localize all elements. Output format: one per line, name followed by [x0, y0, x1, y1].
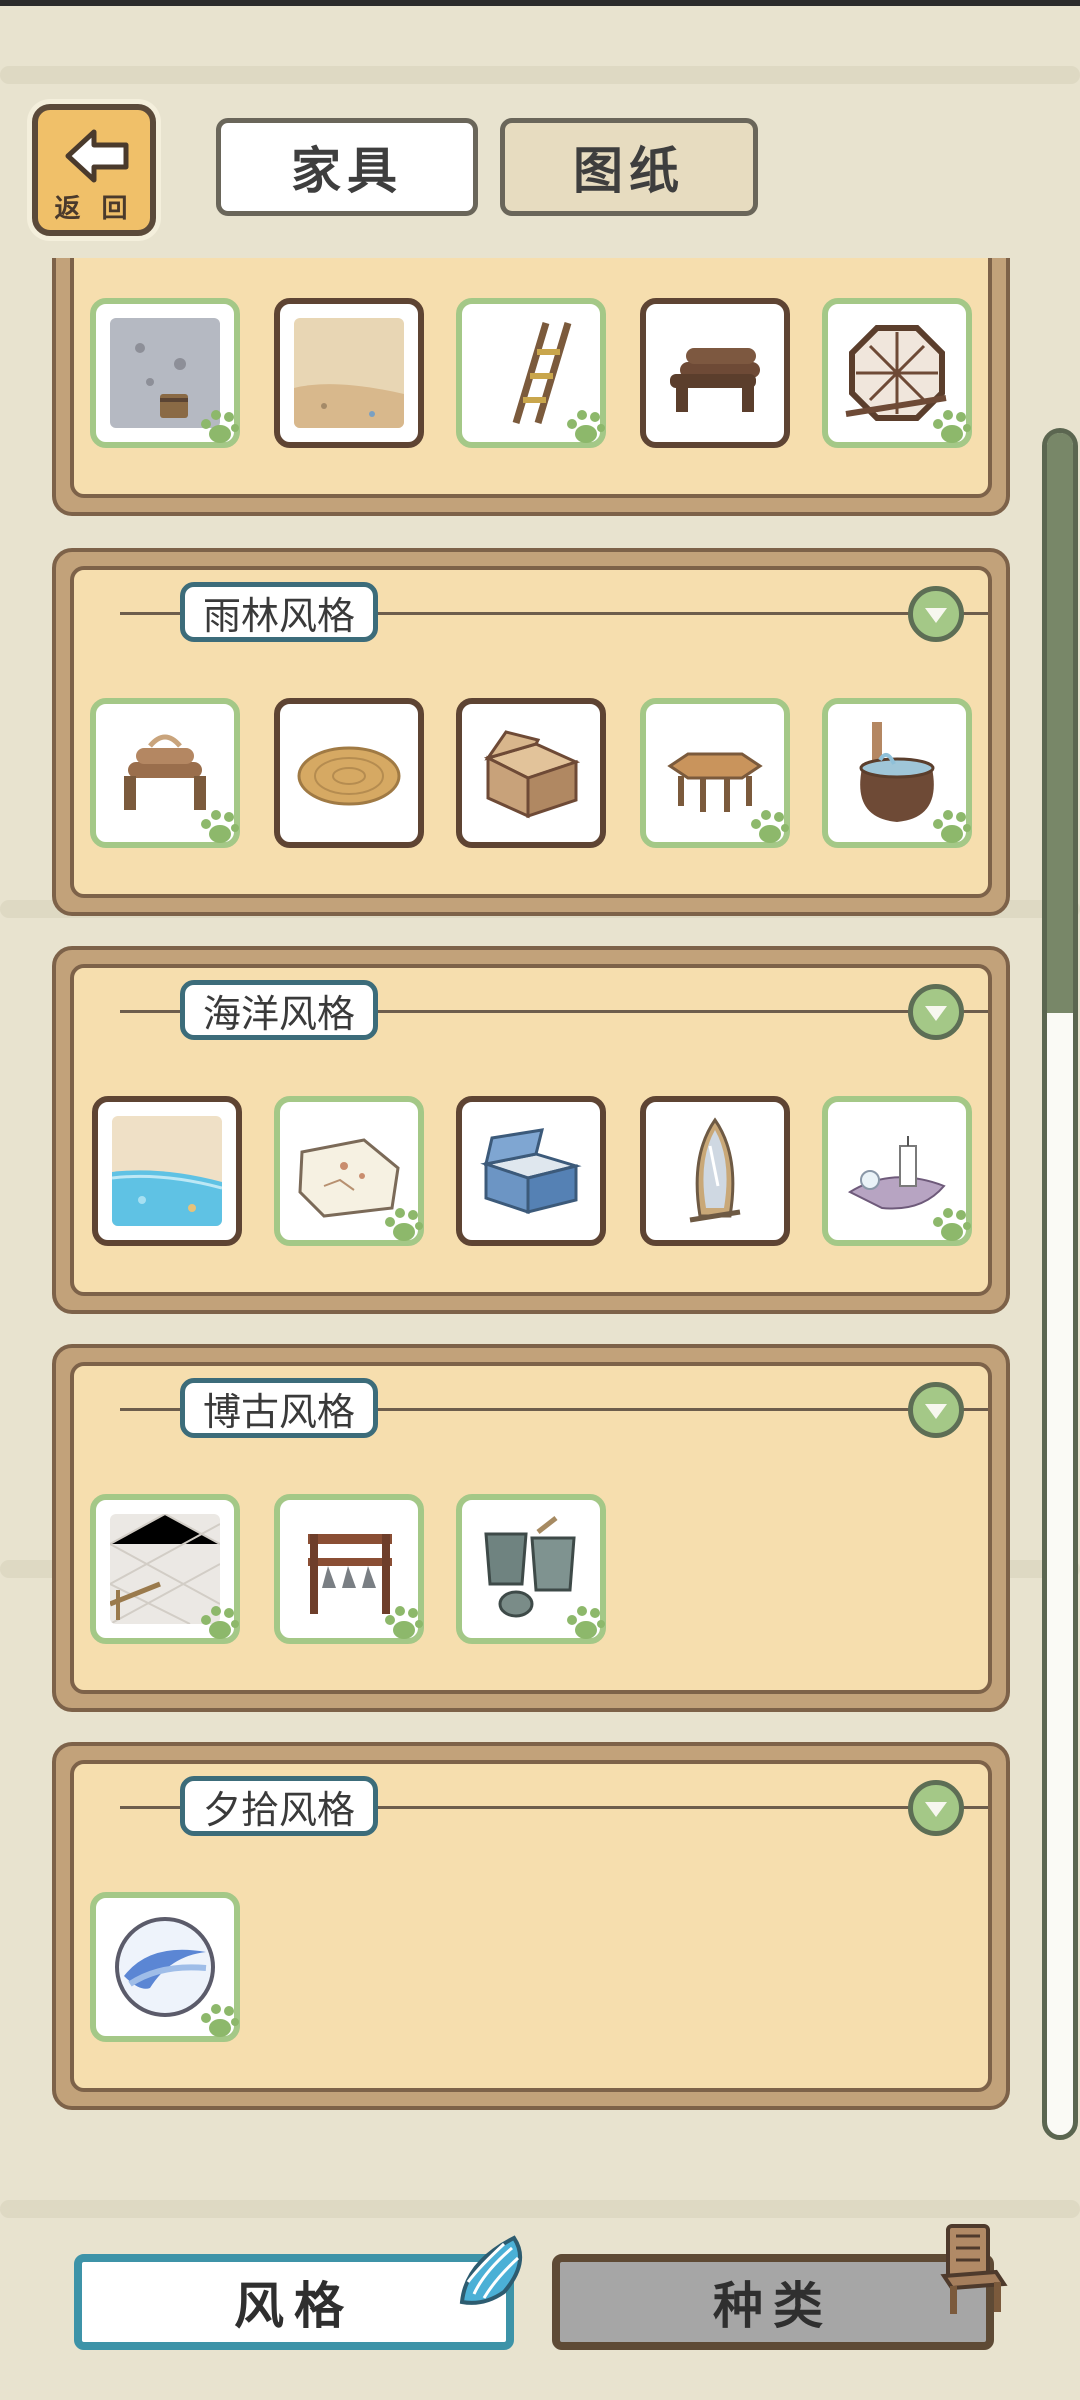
- item-chime-rack[interactable]: [274, 1494, 424, 1644]
- tab-furniture[interactable]: 家具: [216, 118, 478, 216]
- woven-mat-icon: [294, 718, 404, 828]
- paw-icon: [751, 810, 789, 843]
- collapse-toggle-icon[interactable]: [908, 984, 964, 1040]
- item-rope-stool[interactable]: [90, 698, 240, 848]
- paw-icon: [385, 1208, 423, 1241]
- item-bronze-vessels[interactable]: [456, 1494, 606, 1644]
- item-stone-wall[interactable]: [90, 298, 240, 448]
- paw-icon: [933, 810, 971, 843]
- item-water-jar[interactable]: [822, 698, 972, 848]
- item-beach-floor[interactable]: [92, 1096, 242, 1246]
- paw-icon: [201, 810, 239, 843]
- sand-floor-icon: [294, 318, 404, 428]
- item-treasure-chest[interactable]: [456, 1096, 606, 1246]
- section-partial: [52, 258, 1010, 516]
- style-list[interactable]: 雨林风格 海洋风格 博古风格 夕拾风格: [0, 258, 1030, 2308]
- section-ocean: 海洋风格: [52, 946, 1010, 1314]
- section-title: 博古风格: [180, 1378, 379, 1438]
- collapse-toggle-icon[interactable]: [908, 586, 964, 642]
- item-octagon-window[interactable]: [822, 298, 972, 448]
- tab-blueprint[interactable]: 图纸: [500, 118, 758, 216]
- item-surfboard-mirror[interactable]: [640, 1096, 790, 1246]
- item-tiled-floor[interactable]: [90, 1494, 240, 1644]
- item-wooden-box[interactable]: [456, 698, 606, 848]
- bg-decoration: [0, 66, 1080, 84]
- item-ladder[interactable]: [456, 298, 606, 448]
- shell-icon: [459, 2235, 522, 2305]
- scrollbar-thumb[interactable]: [1047, 433, 1073, 1013]
- section-xishi: 夕拾风格: [52, 1742, 1010, 2110]
- back-button[interactable]: 返 回: [32, 104, 156, 236]
- paw-icon: [933, 1208, 971, 1241]
- chair-icon: [940, 2224, 1008, 2314]
- status-bar: [0, 0, 1080, 6]
- back-label: 返 回: [54, 194, 134, 224]
- item-octagonal-table[interactable]: [640, 698, 790, 848]
- item-glass-marble[interactable]: [90, 1892, 240, 2042]
- item-sand-floor[interactable]: [274, 298, 424, 448]
- section-title: 雨林风格: [180, 582, 379, 642]
- section-title: 海洋风格: [180, 980, 379, 1040]
- beach-floor-icon: [112, 1116, 222, 1226]
- tab-type[interactable]: 种类: [552, 2254, 994, 2350]
- tab-style[interactable]: 风格: [74, 2254, 514, 2350]
- paw-icon: [201, 2004, 239, 2037]
- paw-icon: [385, 1606, 423, 1639]
- paw-icon: [201, 1606, 239, 1639]
- item-shell-candle[interactable]: [822, 1096, 972, 1246]
- paw-icon: [201, 410, 239, 443]
- section-title: 夕拾风格: [180, 1776, 379, 1836]
- item-woven-mat[interactable]: [274, 698, 424, 848]
- wooden-box-icon: [476, 718, 586, 828]
- item-log-bench[interactable]: [640, 298, 790, 448]
- log-bench-icon: [660, 318, 770, 428]
- collapse-toggle-icon[interactable]: [908, 1780, 964, 1836]
- surfboard-mirror-icon: [660, 1116, 770, 1226]
- item-treasure-map[interactable]: [274, 1096, 424, 1246]
- paw-icon: [567, 410, 605, 443]
- treasure-chest-icon: [476, 1116, 586, 1226]
- collapse-toggle-icon[interactable]: [908, 1382, 964, 1438]
- paw-icon: [567, 1606, 605, 1639]
- paw-icon: [933, 410, 971, 443]
- back-arrow-icon: [65, 129, 129, 183]
- scrollbar[interactable]: [1042, 428, 1078, 2140]
- section-rainforest: 雨林风格: [52, 548, 1010, 916]
- section-antique: 博古风格: [52, 1344, 1010, 1712]
